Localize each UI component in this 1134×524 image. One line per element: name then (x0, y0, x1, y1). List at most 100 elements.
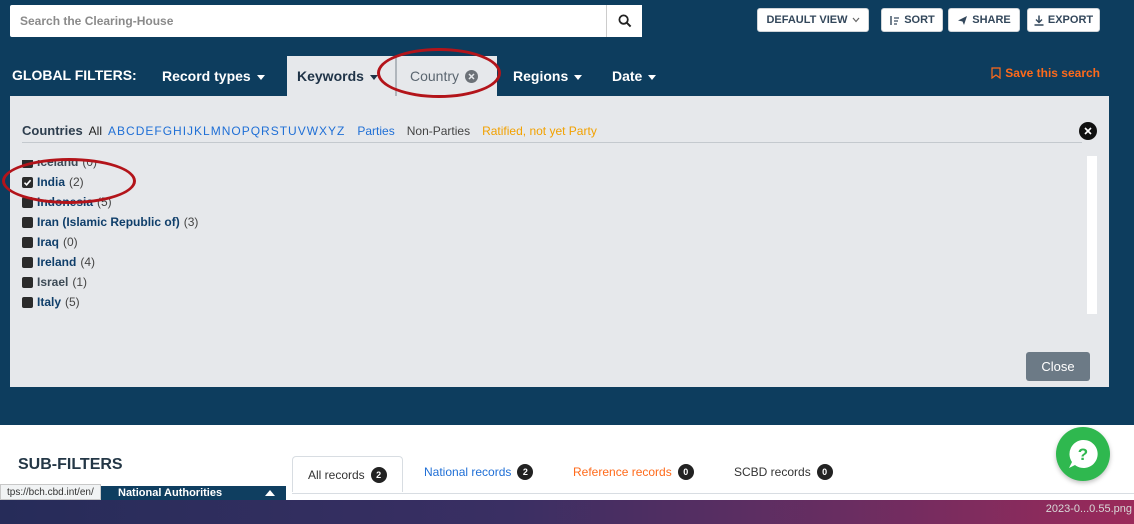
parties-link[interactable]: Parties (357, 124, 394, 138)
tab-country-label: Country (410, 68, 460, 84)
count-badge: 2 (517, 464, 534, 480)
sort-icon (890, 15, 900, 25)
save-search-link[interactable]: Save this search (991, 66, 1100, 80)
search-icon (618, 14, 631, 28)
country-count: (2) (69, 175, 84, 189)
checkbox-checked[interactable] (22, 176, 33, 188)
countries-letter-nav: Countries All ABCDEFGHIJKLMNOPQRSTUVWXYZ… (22, 123, 1082, 143)
svg-text:?: ? (1078, 445, 1088, 464)
checkbox[interactable] (22, 160, 33, 168)
tab-reference-records[interactable]: Reference records 0 (558, 454, 709, 490)
country-count: (0) (63, 235, 78, 249)
all-letters-link[interactable]: All (89, 124, 102, 138)
share-button[interactable]: SHARE (948, 8, 1020, 32)
country-name: Israel (37, 275, 69, 289)
sidebar-item-label: National Authorities (118, 487, 223, 499)
export-button[interactable]: EXPORT (1027, 8, 1100, 32)
checkbox[interactable] (22, 236, 33, 248)
help-chat-button[interactable]: ? (1056, 427, 1110, 481)
close-icon (1084, 127, 1092, 135)
tab-national-records[interactable]: National records 2 (409, 454, 548, 490)
default-view-label: DEFAULT VIEW (766, 14, 848, 26)
country-count: (5) (97, 195, 112, 209)
share-label: SHARE (972, 14, 1011, 26)
caret-down-icon (369, 74, 378, 80)
checkbox[interactable] (22, 216, 33, 228)
tab-label: National records (424, 465, 512, 479)
tab-date[interactable]: Date (602, 56, 666, 96)
tab-record-types[interactable]: Record types (152, 56, 275, 96)
country-count: (0) (82, 160, 98, 169)
desktop-background: 2023-0...0.55.png (0, 500, 1134, 524)
tab-label: Reference records (573, 465, 672, 479)
checkbox[interactable] (22, 256, 33, 268)
caret-down-icon (574, 74, 583, 80)
country-count: (5) (65, 295, 80, 309)
status-bar-url: tps://bch.cbd.int/en/ (0, 484, 101, 500)
country-name: India (37, 175, 66, 189)
country-name: Iran (Islamic Republic of) (37, 215, 180, 229)
country-item-india[interactable]: India (2) (22, 172, 1084, 192)
global-filters-label: GLOBAL FILTERS: (12, 67, 137, 83)
search-button[interactable] (606, 5, 642, 37)
country-item-iraq[interactable]: Iraq (0) (22, 232, 1084, 252)
country-item-ireland[interactable]: Ireland (4) (22, 252, 1084, 272)
tab-label: SCBD records (734, 465, 811, 479)
tab-keywords[interactable]: Keywords (287, 56, 395, 96)
tab-record-types-label: Record types (162, 68, 251, 84)
country-name: Ireland (37, 255, 77, 269)
country-list-scrollbar[interactable] (1087, 156, 1097, 314)
tab-scbd-records[interactable]: SCBD records 0 (719, 454, 848, 490)
checkmark-icon (23, 179, 32, 186)
country-item-iceland[interactable]: Iceland (0) (22, 160, 1084, 172)
chevron-down-icon (852, 17, 859, 23)
tab-keywords-label: Keywords (297, 68, 364, 84)
country-count: (3) (183, 215, 199, 229)
country-name: Iceland (37, 160, 79, 169)
search-input[interactable] (10, 5, 606, 37)
default-view-dropdown[interactable]: DEFAULT VIEW (757, 8, 869, 32)
country-name: Italy (37, 295, 62, 309)
record-tabs: All records 2 National records 2 Referen… (292, 454, 1134, 494)
tab-date-label: Date (612, 68, 643, 84)
country-count: (1) (72, 275, 88, 289)
export-label: EXPORT (1047, 14, 1094, 26)
tab-regions[interactable]: Regions (503, 56, 592, 96)
checkbox[interactable] (22, 296, 33, 308)
tab-country[interactable]: Country (395, 56, 497, 96)
subfilters-title: SUB-FILTERS (18, 456, 123, 473)
close-button[interactable]: Close (1026, 352, 1090, 381)
count-badge: 0 (677, 464, 694, 480)
tab-all-records[interactable]: All records 2 (292, 456, 403, 492)
caret-down-icon (648, 74, 657, 80)
bookmark-icon (991, 67, 1001, 79)
tab-label: All records (308, 467, 365, 482)
close-panel-icon[interactable] (1079, 122, 1097, 140)
save-search-label: Save this search (1005, 66, 1100, 80)
checkbox[interactable] (22, 196, 33, 208)
sort-label: SORT (904, 14, 935, 26)
paper-plane-icon (958, 15, 968, 25)
country-item-iran[interactable]: Iran (Islamic Republic of) (3) (22, 212, 1084, 232)
count-badge: 2 (370, 466, 387, 483)
non-parties-link[interactable]: Non-Parties (407, 124, 470, 138)
count-badge: 0 (816, 464, 833, 480)
sort-button[interactable]: SORT (881, 8, 943, 32)
countries-title: Countries (22, 123, 83, 138)
country-item-indonesia[interactable]: Indonesia (5) (22, 192, 1084, 212)
ratified-link[interactable]: Ratified, not yet Party (482, 124, 597, 138)
remove-filter-icon[interactable] (465, 69, 479, 83)
caret-down-icon (256, 74, 265, 80)
desktop-file-label: 2023-0...0.55.png (1045, 503, 1132, 515)
letter-links[interactable]: ABCDEFGHIJKLMNOPQRSTUVWXYZ (108, 124, 345, 138)
tab-regions-label: Regions (513, 68, 569, 84)
country-name: Iraq (37, 235, 60, 249)
country-list: Iceland (0) India (2) Indonesia (5) Iran… (22, 160, 1084, 320)
checkbox[interactable] (22, 276, 33, 288)
country-filter-panel: Countries All ABCDEFGHIJKLMNOPQRSTUVWXYZ… (10, 96, 1109, 387)
country-name: Indonesia (37, 195, 94, 209)
chat-question-icon: ? (1069, 439, 1098, 468)
country-item-israel[interactable]: Israel (1) (22, 272, 1084, 292)
country-item-italy[interactable]: Italy (5) (22, 292, 1084, 312)
country-count: (4) (80, 255, 96, 269)
